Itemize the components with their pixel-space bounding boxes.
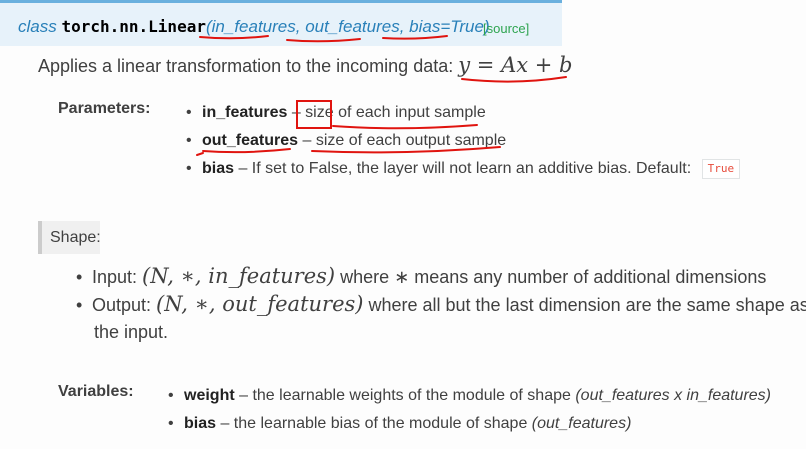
variables-list: • weight – the learnable weights of the m… <box>168 383 771 439</box>
shape-output-desc: where all but the last dimension are the… <box>363 295 806 315</box>
shape-label: Shape: <box>50 229 101 246</box>
bullet-icon: • <box>168 415 174 432</box>
param-item: • bias – If set to False, the layer will … <box>186 156 741 184</box>
variable-name: bias <box>184 415 217 432</box>
formula-plus: + <box>528 53 560 77</box>
bullet-icon: • <box>168 387 174 404</box>
source-link[interactable]: [source] <box>483 21 529 36</box>
param-desc: – If set to False, the layer will not le… <box>234 160 696 177</box>
param-name: out_features <box>202 132 299 149</box>
variable-desc: – the learnable weights of the module of… <box>234 387 576 404</box>
param-name: bias <box>202 160 235 177</box>
bullet-icon: • <box>186 160 192 177</box>
param-item: • in_features – size of each input sample <box>186 100 740 128</box>
signature-header: class torch.nn.Linear(in_features, out_f… <box>0 0 562 46</box>
shape-output-item: • Output: (N, ∗, out_features) where all … <box>76 290 806 318</box>
signature-text: class torch.nn.Linear(in_features, out_f… <box>18 17 490 37</box>
formula-equals: = <box>470 53 502 77</box>
description: Applies a linear transformation to the i… <box>38 53 572 77</box>
variable-item: • bias – the learnable bias of the module… <box>168 411 771 439</box>
shape-input-item: • Input: (N, ∗, in_features) where ∗ mean… <box>76 262 806 290</box>
shape-input-math: (N, ∗, in_features) <box>142 264 336 288</box>
formula: y = Ax + b <box>458 53 572 77</box>
class-name: torch.nn.Linear <box>61 17 206 36</box>
parameters-list: • in_features – size of each input sample… <box>186 100 741 184</box>
formula-b: b <box>559 53 573 77</box>
param-item: • out_features – size of each output samp… <box>186 128 740 156</box>
param-desc: – size of each input sample <box>287 104 486 121</box>
variable-name: weight <box>184 387 235 404</box>
bullet-icon: • <box>186 132 192 149</box>
shape-input-label: Input: <box>92 267 143 287</box>
bullet-icon: • <box>186 104 192 121</box>
variable-shape: (out_features x in_features) <box>575 387 772 404</box>
formula-y: y <box>458 53 471 77</box>
param-name: in_features <box>202 104 288 121</box>
shape-output-math: (N, ∗, out_features) <box>156 292 364 316</box>
bullet-icon: • <box>76 267 83 287</box>
shape-list: • Input: (N, ∗, in_features) where ∗ mean… <box>76 262 806 346</box>
variable-shape: (out_features) <box>531 415 632 432</box>
variable-desc: – the learnable bias of the module of sh… <box>216 415 532 432</box>
description-text: Applies a linear transformation to the i… <box>38 56 459 76</box>
shape-output-continuation: the input. <box>94 322 169 342</box>
param-desc: – size of each output sample <box>298 132 507 149</box>
default-value-badge: True <box>701 158 741 179</box>
shape-rubric: Shape: <box>38 221 101 254</box>
parameters-label: Parameters: <box>58 100 151 117</box>
variable-item: • weight – the learnable weights of the m… <box>168 383 771 411</box>
shape-output-label: Output: <box>92 295 157 315</box>
class-keyword: class <box>18 17 57 36</box>
formula-ax: Ax <box>501 53 529 77</box>
shape-input-desc: where ∗ means any number of additional d… <box>335 267 767 287</box>
signature-params: in_features, out_features, bias=True <box>211 17 484 36</box>
underline-formula <box>461 76 567 83</box>
bullet-icon: • <box>76 295 83 315</box>
variables-label: Variables: <box>58 383 134 400</box>
